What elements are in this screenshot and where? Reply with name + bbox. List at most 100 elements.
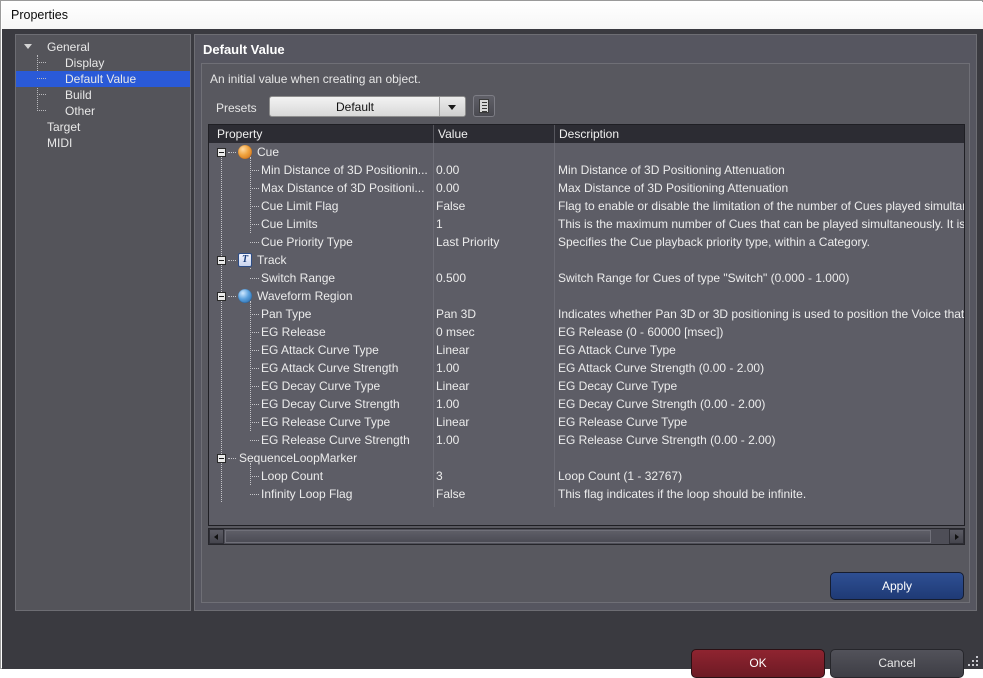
cell-property: EG Release Curve Type [261,415,391,429]
collapse-expander-icon[interactable] [217,148,226,157]
sidebar-item-build[interactable]: Build [16,87,190,103]
cell-property: EG Attack Curve Type [261,343,379,357]
table-row[interactable]: Loop Count 3 Loop Count (1 - 32767) [209,467,964,485]
cell-value[interactable]: 0.500 [436,269,554,287]
table-row[interactable]: EG Attack Curve Strength 1.00 EG Attack Cu… [209,359,964,377]
table-row[interactable]: Infinity Loop Flag False This flag indicat… [209,485,964,503]
cell-value[interactable]: False [436,197,554,215]
table-row[interactable]: EG Decay Curve Strength 1.00 EG Decay Curv… [209,395,964,413]
chevron-down-icon[interactable] [24,44,32,49]
settings-tree[interactable]: General Display Default Value Build Other Tar… [15,34,191,611]
table-row[interactable]: Cue [209,143,964,161]
sidebar-item-target[interactable]: Target [16,119,190,135]
cell-description: EG Release Curve Strength (0.00 - 2.00) [558,433,776,447]
table-row[interactable]: Pan Type Pan 3D Indicates whether Pan 3D o… [209,305,964,323]
table-row[interactable]: Max Distance of 3D Positioni... 0.00 Max D… [209,179,964,197]
collapse-expander-icon[interactable] [217,256,226,265]
cell-value[interactable]: 1.00 [436,395,554,413]
column-header-value[interactable]: Value [438,127,468,141]
cell-property: Cue Limit Flag [261,199,339,213]
cell-property: EG Decay Curve Type [261,379,381,393]
cell-value[interactable]: Linear [436,413,554,431]
sidebar-item-label: Build [65,88,92,102]
tree-branch-line [37,110,46,111]
table-row[interactable]: T Track [209,251,964,269]
table-row[interactable]: EG Decay Curve Type Linear EG Decay Curve … [209,377,964,395]
title-bar[interactable]: Properties [2,2,983,29]
tree-branch-line [250,206,259,207]
presets-menu-button[interactable] [473,95,495,117]
cell-value[interactable]: 0.00 [436,179,554,197]
property-grid[interactable]: Property Value Description Cue Min Distan… [208,124,965,526]
tree-branch-line [250,404,259,405]
presets-dropdown-arrow-box[interactable] [439,97,465,116]
scroll-left-button[interactable] [209,529,224,544]
cell-value[interactable]: Pan 3D [436,305,554,323]
cell-value[interactable]: 1 [436,215,554,233]
cell-value[interactable]: 0 msec [436,323,554,341]
cancel-button[interactable]: Cancel [830,649,964,678]
properties-dialog: Properties General Display Default Value Bu… [0,0,983,678]
cell-value[interactable]: False [436,485,554,503]
sidebar-item-label: Other [65,104,96,118]
sidebar-item-other[interactable]: Other [16,103,190,119]
tree-branch-line [250,332,259,333]
sidebar-item-label: Display [65,56,105,70]
sphere-blue-icon [238,289,252,303]
table-row[interactable]: Cue Limits 1 This is the maximum number of… [209,215,964,233]
arrow-left-icon [214,533,218,540]
sphere-orange-icon [238,145,252,159]
resize-grip[interactable] [968,654,980,666]
cell-value[interactable]: 1.00 [436,359,554,377]
column-header-property[interactable]: Property [217,127,262,141]
sidebar-item-label: Default Value [65,72,137,86]
column-header-description[interactable]: Description [559,127,619,141]
sidebar-item-default-value[interactable]: Default Value [16,71,190,87]
tree-branch-line [250,188,259,189]
table-row[interactable]: SequenceLoopMarker [209,449,964,467]
apply-button[interactable]: Apply [830,572,964,600]
tree-branch-line [250,368,259,369]
window-title: Properties [11,8,68,22]
table-row[interactable]: EG Attack Curve Type Linear EG Attack Curv… [209,341,964,359]
cell-property: Infinity Loop Flag [261,487,353,501]
horizontal-scrollbar[interactable] [208,528,965,545]
table-row[interactable]: Cue Limit Flag False Flag to enable or dis… [209,197,964,215]
cell-property: Cue [257,145,280,159]
sidebar-item-midi[interactable]: MIDI [16,135,190,151]
cell-description: Specifies the Cue playback priority type… [558,235,870,249]
cell-description: Max Distance of 3D Positioning Attenuati… [558,181,789,195]
cell-property: Cue Limits [261,217,318,231]
table-row[interactable]: EG Release 0 msec EG Release (0 - 60000 [m… [209,323,964,341]
table-row[interactable]: Switch Range 0.500 Switch Range for Cues o… [209,269,964,287]
cell-description: EG Attack Curve Type [558,343,676,357]
scroll-right-button[interactable] [949,529,964,544]
ok-button[interactable]: OK [691,649,825,678]
cell-value[interactable]: Last Priority [436,233,554,251]
header-separator [554,125,555,143]
header-separator [433,125,434,143]
cell-value[interactable]: 1.00 [436,431,554,449]
tree-branch-line [250,350,259,351]
cell-value[interactable]: 3 [436,467,554,485]
cell-value[interactable]: 0.00 [436,161,554,179]
collapse-expander-icon[interactable] [217,292,226,301]
table-row[interactable]: Cue Priority Type Last Priority Specifies … [209,233,964,251]
track-t-icon: T [238,253,252,267]
table-row[interactable]: Waveform Region [209,287,964,305]
cell-property: Max Distance of 3D Positioni... [261,181,425,195]
sidebar-item-display[interactable]: Display [16,55,190,71]
cell-description: EG Attack Curve Strength (0.00 - 2.00) [558,361,765,375]
cell-value[interactable]: Linear [436,377,554,395]
table-row[interactable]: Min Distance of 3D Positionin... 0.00 Min … [209,161,964,179]
table-row[interactable]: EG Release Curve Strength 1.00 EG Release … [209,431,964,449]
page-subtitle: An initial value when creating an object… [210,72,421,86]
collapse-expander-icon[interactable] [217,454,226,463]
scrollbar-thumb[interactable] [225,530,931,543]
table-row[interactable]: EG Release Curve Type Linear EG Release Cu… [209,413,964,431]
presets-dropdown[interactable]: Default [269,96,466,117]
tree-branch-line [228,152,236,153]
sidebar-item-general[interactable]: General [16,39,190,55]
cell-property: EG Release [261,325,326,339]
cell-value[interactable]: Linear [436,341,554,359]
